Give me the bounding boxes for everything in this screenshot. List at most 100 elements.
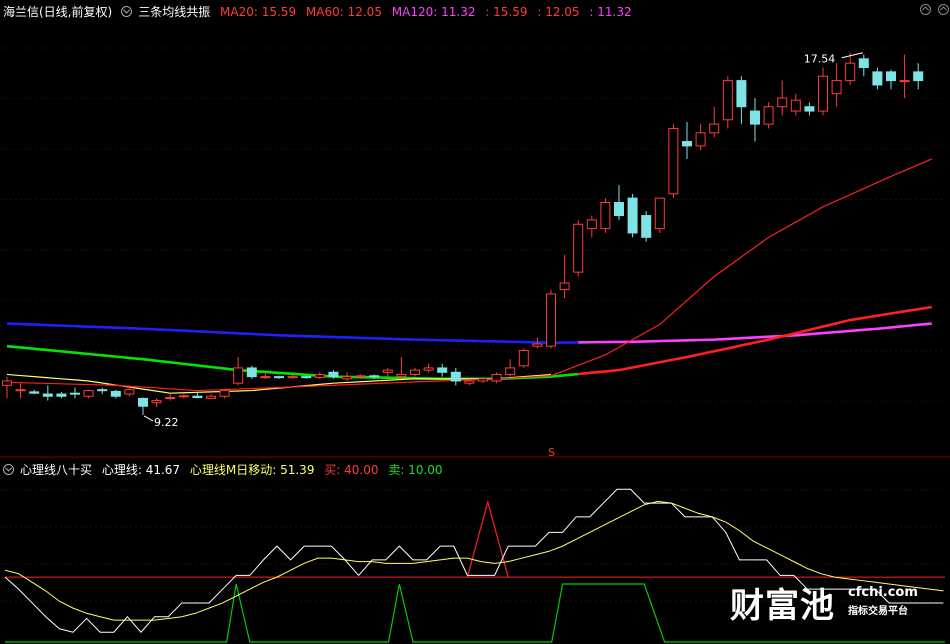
sub-indicator-name[interactable]: 心理线八十买 xyxy=(20,463,92,477)
candle-body xyxy=(505,367,516,375)
main-panel-header: 海兰信(日线,前复权) 三条均线共振 MA20: 15.59 MA60: 12.0… xyxy=(0,2,638,22)
candle-body xyxy=(913,71,924,82)
candle-body xyxy=(410,369,420,375)
candle-body xyxy=(872,71,883,86)
candle-body xyxy=(29,391,40,394)
candle-body xyxy=(2,380,12,386)
collapse-up-icon[interactable] xyxy=(920,4,931,15)
candle-body xyxy=(818,75,828,112)
candle-body xyxy=(396,373,407,378)
candle-body xyxy=(600,201,611,230)
candle-body xyxy=(246,367,257,378)
candle-body xyxy=(97,389,108,392)
signal-marker: S xyxy=(548,446,555,458)
candle-body xyxy=(777,97,788,108)
value-1: : 15.59 xyxy=(485,5,528,19)
psy-value: 心理线: 41.67 xyxy=(101,463,181,477)
candle-body xyxy=(750,110,760,125)
candle-body xyxy=(314,373,325,379)
candle-body xyxy=(83,390,94,397)
indicator-dropdown-icon[interactable] xyxy=(3,464,14,475)
candle-body xyxy=(369,375,380,378)
ma60-line-a xyxy=(6,344,579,381)
candle-body xyxy=(573,223,584,273)
candle-body xyxy=(110,390,121,397)
candle-body xyxy=(151,400,162,404)
candle-body xyxy=(301,376,312,379)
price-grid xyxy=(0,47,950,402)
candle-body xyxy=(287,376,298,379)
watermark: 财富池 cfchi.com 指标交易平台 xyxy=(730,578,920,628)
candle-body xyxy=(654,197,665,230)
candle-body xyxy=(886,71,896,82)
collapse-up-icon-2[interactable] xyxy=(938,4,949,15)
candle-body xyxy=(722,80,733,121)
candle-body xyxy=(219,390,230,397)
candle-body xyxy=(328,371,339,378)
ma20-line xyxy=(6,158,933,392)
candle-body xyxy=(532,343,543,347)
candle-body xyxy=(437,367,448,373)
candle-body xyxy=(858,58,869,69)
ma20-value: MA20: 15.59 xyxy=(220,5,297,19)
buy-signal-spike xyxy=(466,499,509,578)
candle-body xyxy=(464,380,475,384)
candle-body xyxy=(206,395,216,399)
candle-body xyxy=(790,99,801,112)
ma120-line-b xyxy=(578,322,932,344)
candle-body xyxy=(546,293,556,347)
candle-body xyxy=(382,369,393,373)
high-annotation: 17.54 xyxy=(804,53,836,66)
candle-body xyxy=(845,62,856,82)
candle-body xyxy=(559,282,570,291)
candle-body xyxy=(641,215,652,238)
candle-body xyxy=(56,393,67,397)
candle-body xyxy=(491,373,502,382)
formula-name[interactable]: 三条均线共振 xyxy=(138,5,210,19)
candle-body xyxy=(124,389,135,395)
high-arrow xyxy=(841,52,863,59)
candle-body xyxy=(586,219,597,230)
candle-body xyxy=(192,395,203,399)
candle-body xyxy=(423,367,434,371)
candle-body xyxy=(138,397,148,407)
candle-body xyxy=(42,393,53,397)
ma60-value: MA60: 12.05 xyxy=(305,5,382,19)
candle-body xyxy=(165,397,176,400)
candle-body xyxy=(682,141,692,147)
candle-body xyxy=(260,376,271,379)
watermark-domain: cfchi.com xyxy=(848,585,918,600)
candle-body xyxy=(627,197,638,234)
candle-body xyxy=(233,367,244,384)
candle-body xyxy=(178,395,189,398)
candle-body xyxy=(70,392,80,395)
sell-value: 卖: 10.00 xyxy=(388,463,443,477)
candle-body xyxy=(355,375,366,378)
formula-dropdown-icon[interactable] xyxy=(121,6,133,17)
watermark-tagline: 指标交易平台 xyxy=(848,606,908,617)
ma120-value: MA120: 11.32 xyxy=(391,5,476,19)
value-3: : 11.32 xyxy=(589,5,632,19)
psy-ma-value: 心理线M日移动: 51.39 xyxy=(189,463,315,477)
ma120-line-a xyxy=(6,322,579,344)
candle-body xyxy=(763,106,774,125)
candle-body xyxy=(15,389,26,392)
candle-body xyxy=(450,371,461,382)
candle-body xyxy=(518,350,529,367)
price-chart[interactable]: 17.54 9.22 S xyxy=(0,0,950,458)
candle-body xyxy=(831,80,842,95)
sub-panel-header: 心理线八十买 心理线: 41.67 心理线M日移动: 51.39 买: 40.0… xyxy=(0,460,449,480)
low-annotation: 9.22 xyxy=(154,416,179,429)
candles xyxy=(2,52,924,415)
candle-body xyxy=(736,80,747,108)
candle-body xyxy=(478,378,488,382)
candle-body xyxy=(668,127,679,195)
candle-body xyxy=(274,376,284,379)
candle-body xyxy=(804,106,815,112)
buy-value: 买: 40.00 xyxy=(324,463,379,477)
value-2: : 12.05 xyxy=(537,5,580,19)
candle-body xyxy=(614,201,624,217)
stock-title: 海兰信(日线,前复权) xyxy=(3,5,113,19)
candle-body xyxy=(342,376,352,380)
low-arrow xyxy=(143,415,154,422)
